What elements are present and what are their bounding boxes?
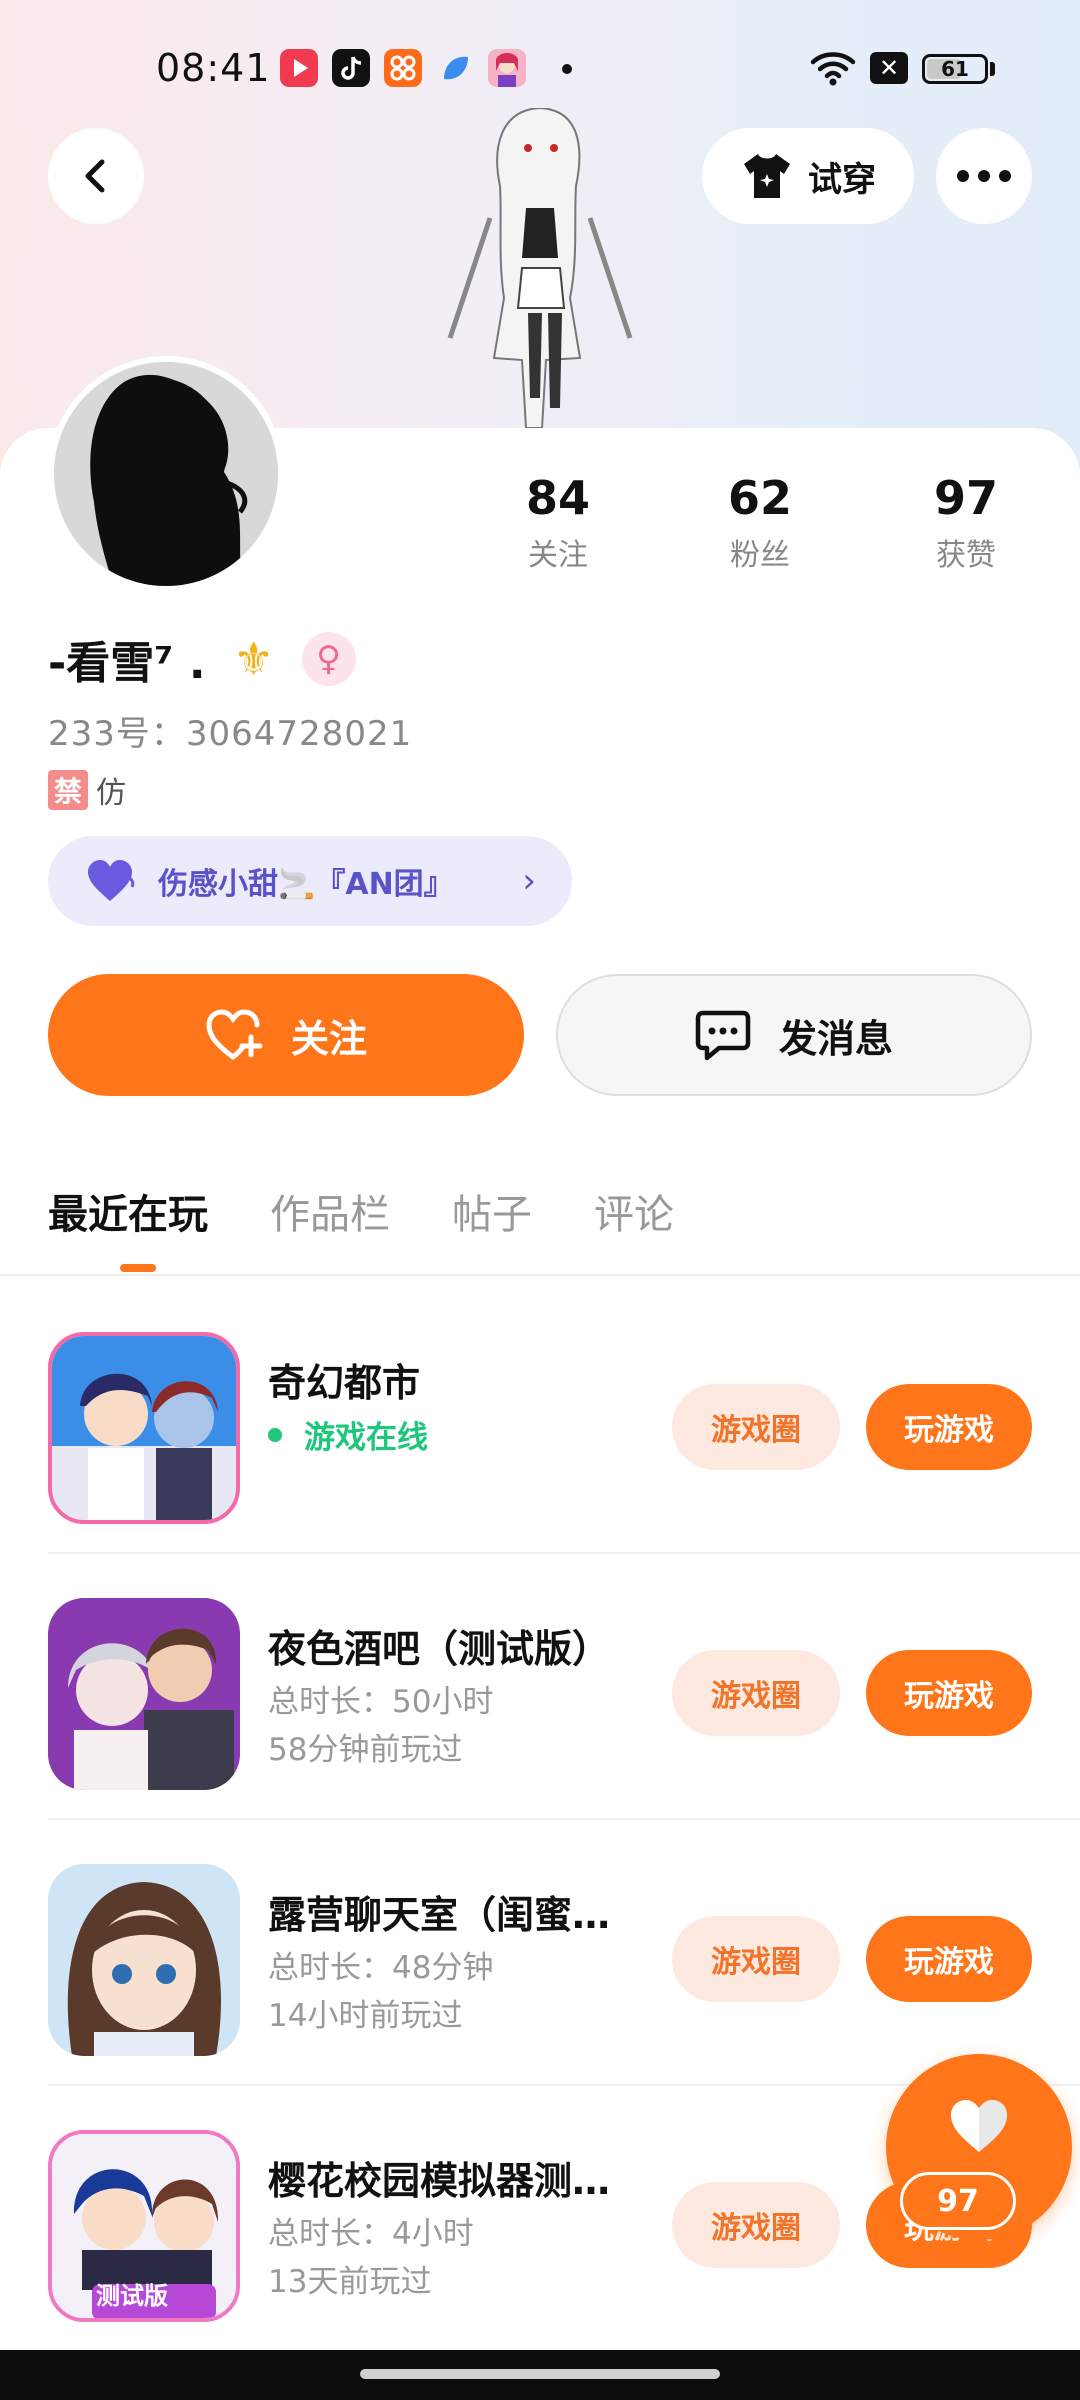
- user-id: 233号：3064728021: [48, 714, 413, 754]
- username: -看雪⁷ .: [48, 638, 206, 689]
- game-title: 樱花校园模拟器测…: [268, 2159, 611, 2203]
- chevron-left-icon: [85, 159, 105, 193]
- game-circle-button[interactable]: 游戏圈: [672, 1384, 840, 1470]
- tab-indicator: [120, 1264, 156, 1272]
- avatar-image: [54, 362, 278, 586]
- club-name: 伤感小甜🚬『AN团』: [158, 867, 454, 902]
- signature-row: 禁 仿: [48, 768, 126, 812]
- try-on-button[interactable]: 试穿: [702, 128, 914, 224]
- online-label: 游戏在线: [304, 1420, 428, 1456]
- game-row[interactable]: 奇幻都市 游戏在线 游戏圈 玩游戏: [0, 1274, 1080, 1540]
- stat-following[interactable]: 84 关注: [478, 470, 638, 574]
- game-title: 露营聊天室（闺蜜…: [268, 1893, 611, 1937]
- game-thumbnail[interactable]: [48, 1598, 240, 1790]
- fleur-badge-icon[interactable]: ⚜: [228, 632, 280, 686]
- game-last-played: 14小时前玩过: [268, 1998, 463, 2034]
- video-app-icon: [280, 49, 318, 87]
- tab-recently-played[interactable]: 最近在玩: [48, 1182, 208, 1240]
- like-count: 97: [900, 2172, 1016, 2230]
- game-thumbnail[interactable]: 测试版: [48, 2130, 240, 2322]
- test-version-badge: 测试版: [96, 2282, 168, 2310]
- play-game-button[interactable]: 玩游戏: [866, 1384, 1032, 1470]
- battery-nub: [990, 62, 995, 76]
- profile-screen: 08:41 ✕ 61 试穿 84 关注 62 粉丝 97 获赞 -看雪⁷ . ⚜…: [0, 0, 1080, 2400]
- tab-posts[interactable]: 帖子: [452, 1182, 532, 1240]
- try-on-label: 试穿: [808, 159, 876, 200]
- play-game-button[interactable]: 玩游戏: [866, 1650, 1032, 1736]
- game-circle-button[interactable]: 游戏圈: [672, 2182, 840, 2268]
- status-bar: 08:41 ✕ 61: [0, 0, 1080, 140]
- game-duration: 总时长：4小时: [268, 2216, 474, 2252]
- stat-likes-value: 97: [933, 471, 998, 525]
- game-last-played: 58分钟前玩过: [268, 1732, 463, 1768]
- tab-comments[interactable]: 评论: [594, 1182, 674, 1240]
- game-duration: 总时长：50小时: [268, 1684, 494, 1720]
- stat-following-value: 84: [525, 471, 590, 525]
- game-app-icon: [488, 49, 526, 87]
- notification-dot: [562, 64, 572, 74]
- online-dot: [268, 1427, 282, 1442]
- game-duration: 总时长：48分钟: [268, 1950, 494, 1986]
- tiktok-app-icon: [332, 49, 370, 87]
- game-title: 夜色酒吧（测试版）: [268, 1627, 611, 1671]
- battery-icon: 61: [922, 54, 988, 84]
- follow-label: 关注: [290, 1016, 367, 1061]
- status-time: 08:41: [156, 46, 271, 90]
- store-app-icon: [384, 49, 422, 87]
- signature-text: 仿: [96, 776, 126, 811]
- heart-club-icon: [88, 860, 135, 901]
- game-thumbnail[interactable]: [48, 1864, 240, 2056]
- back-button[interactable]: [48, 128, 144, 224]
- leaf-app-icon: [436, 49, 474, 87]
- no-sim-icon: ✕: [870, 52, 908, 84]
- username-row: -看雪⁷ . ⚜ ♀: [48, 628, 356, 690]
- game-circle-button[interactable]: 游戏圈: [672, 1916, 840, 2002]
- stat-likes-label: 获赞: [936, 538, 996, 573]
- game-online-status: 游戏在线: [268, 1412, 428, 1457]
- character-figure: [447, 108, 633, 428]
- tab-works[interactable]: 作品栏: [270, 1182, 390, 1240]
- avatar[interactable]: [48, 356, 284, 592]
- play-game-button[interactable]: 玩游戏: [866, 1916, 1032, 2002]
- stat-likes[interactable]: 97 获赞: [886, 470, 1046, 574]
- stat-followers-value: 62: [727, 471, 792, 525]
- chat-bubble-icon: [695, 1010, 751, 1061]
- stat-followers-label: 粉丝: [730, 538, 790, 573]
- profile-tabs: 最近在玩 作品栏 帖子 评论: [48, 1176, 736, 1246]
- game-title: 奇幻都市: [268, 1361, 421, 1405]
- wifi-icon: [810, 52, 856, 86]
- heart-plus-icon: [206, 1009, 263, 1060]
- more-dots-icon: [957, 170, 1011, 182]
- battery-percent: 61: [941, 57, 969, 81]
- game-row[interactable]: 夜色酒吧（测试版） 总时长：50小时 58分钟前玩过 游戏圈 玩游戏: [0, 1540, 1080, 1806]
- game-circle-button[interactable]: 游戏圈: [672, 1650, 840, 1736]
- message-button[interactable]: 发消息: [556, 974, 1032, 1096]
- female-gender-icon: ♀: [301, 632, 356, 686]
- game-row[interactable]: 露营聊天室（闺蜜… 总时长：48分钟 14小时前玩过 游戏圈 玩游戏: [0, 1806, 1080, 2072]
- follow-button[interactable]: 关注: [48, 974, 524, 1096]
- stat-following-label: 关注: [528, 538, 588, 573]
- stat-followers[interactable]: 62 粉丝: [680, 470, 840, 574]
- ban-tag: 禁: [48, 770, 88, 810]
- message-label: 发消息: [778, 1016, 893, 1061]
- home-gesture-handle[interactable]: [360, 2369, 720, 2379]
- club-pill[interactable]: 伤感小甜🚬『AN团』 ›: [48, 836, 572, 926]
- tshirt-icon: [744, 154, 790, 198]
- chevron-right-icon: ›: [522, 861, 536, 901]
- game-last-played: 13天前玩过: [268, 2264, 432, 2300]
- heart-icon: [951, 2100, 1007, 2152]
- more-button[interactable]: [936, 128, 1032, 224]
- game-thumbnail[interactable]: [48, 1332, 240, 1524]
